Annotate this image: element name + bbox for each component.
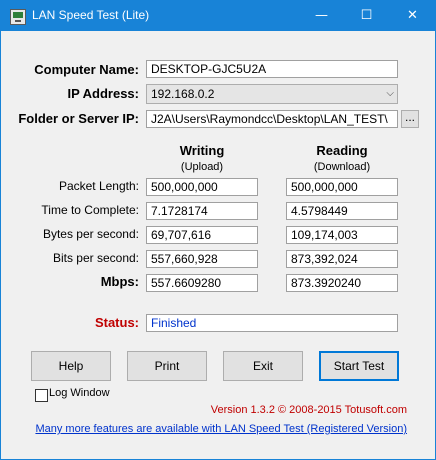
- time-to-complete-label: Time to Complete:: [41, 203, 139, 217]
- packet-length-writing: 500,000,000: [146, 178, 258, 196]
- bits-per-second-writing: 557,660,928: [146, 250, 258, 268]
- chevron-down-icon: ⌵: [386, 88, 394, 99]
- reading-header: Reading: [316, 143, 368, 158]
- bytes-per-second-label: Bytes per second:: [42, 227, 139, 241]
- reading-subheader: (Download): [313, 161, 371, 173]
- browse-button[interactable]: ...: [401, 110, 419, 128]
- folder-path-input[interactable]: J2A\Users\Raymondcc\Desktop\LAN_TEST\: [146, 110, 398, 128]
- computer-name-field: DESKTOP-GJC5U2A: [146, 60, 398, 78]
- version-text: Version 1.3.2 © 2008-2015 Totusoft.com: [210, 404, 407, 416]
- mbps-label: Mbps:: [100, 274, 139, 289]
- ip-address-value: 192.168.0.2: [151, 87, 215, 101]
- writing-subheader: (Upload): [180, 161, 224, 173]
- app-icon: [10, 9, 26, 25]
- start-test-button[interactable]: Start Test: [319, 351, 399, 381]
- packet-length-label: Packet Length:: [58, 179, 139, 193]
- registered-version-link[interactable]: Many more features are available with LA…: [1, 423, 407, 435]
- ip-address-select[interactable]: 192.168.0.2 ⌵: [146, 84, 398, 104]
- bits-per-second-reading: 873,392,024: [286, 250, 398, 268]
- status-field: Finished: [146, 314, 398, 332]
- maximize-button[interactable]: ☐: [344, 1, 389, 31]
- log-window-label[interactable]: Log Window: [49, 387, 110, 399]
- computer-name-label: Computer Name:: [34, 62, 139, 77]
- bytes-per-second-reading: 109,174,003: [286, 226, 398, 244]
- folder-label: Folder or Server IP:: [18, 111, 139, 126]
- window-title: LAN Speed Test (Lite): [32, 8, 150, 22]
- time-to-complete-writing: 7.1728174: [146, 202, 258, 220]
- minimize-button[interactable]: —: [299, 1, 344, 31]
- close-button[interactable]: ✕: [390, 1, 435, 31]
- app-window: LAN Speed Test (Lite) — ☐ ✕ Computer Nam…: [0, 0, 436, 460]
- bits-per-second-label: Bits per second:: [52, 251, 139, 265]
- help-button[interactable]: Help: [31, 351, 111, 381]
- writing-header: Writing: [179, 143, 225, 158]
- exit-button[interactable]: Exit: [223, 351, 303, 381]
- title-bar[interactable]: LAN Speed Test (Lite) — ☐ ✕: [1, 1, 435, 31]
- ip-address-label: IP Address:: [67, 86, 139, 101]
- log-window-checkbox[interactable]: [35, 389, 48, 402]
- bytes-per-second-writing: 69,707,616: [146, 226, 258, 244]
- time-to-complete-reading: 4.5798449: [286, 202, 398, 220]
- packet-length-reading: 500,000,000: [286, 178, 398, 196]
- print-button[interactable]: Print: [127, 351, 207, 381]
- mbps-reading: 873.3920240: [286, 274, 398, 292]
- mbps-writing: 557.6609280: [146, 274, 258, 292]
- status-label: Status:: [94, 315, 139, 330]
